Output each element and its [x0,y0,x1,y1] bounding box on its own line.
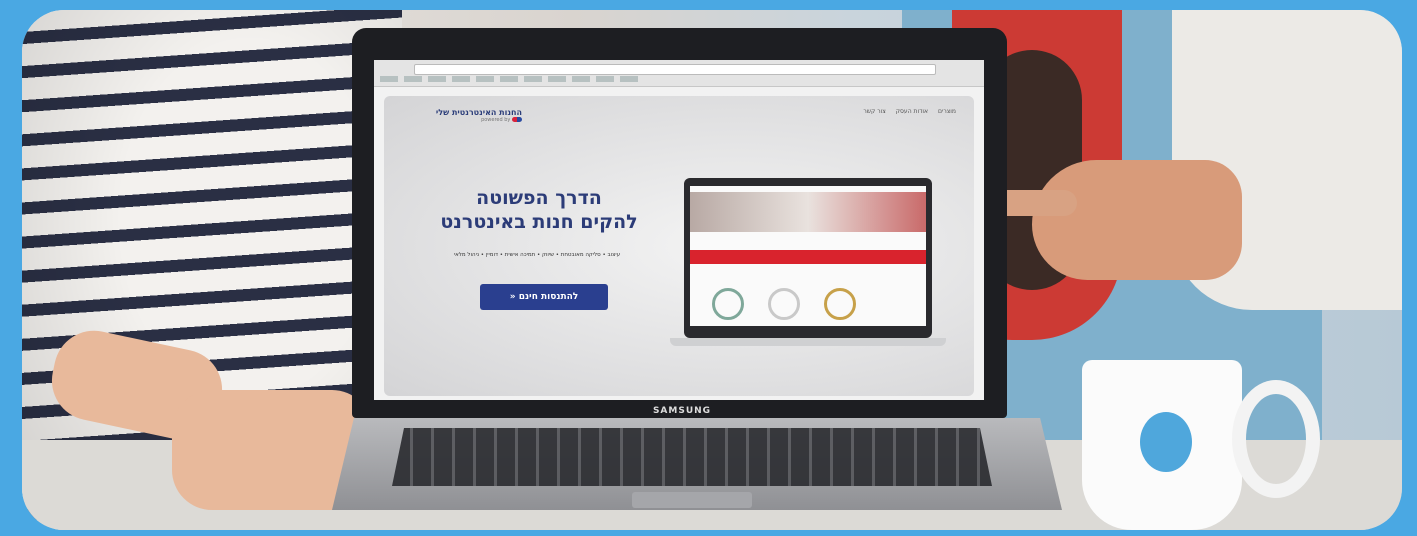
laptop-screen: החנות האינטרנטית שלי powered by מוצרים א… [374,60,984,400]
laptop-lid: החנות האינטרנטית שלי powered by מוצרים א… [352,28,1007,418]
ring-product-icon [712,288,744,320]
free-trial-button[interactable]: להתנסות חינם « [480,284,608,310]
pointing-hand [1032,160,1242,280]
mug-logo [1140,412,1192,472]
laptop-brand: SAMSUNG [652,406,712,416]
headline-line-1: הדרך הפשוטה [476,187,602,209]
mockup-laptop-base [670,338,946,346]
gold-bracelet-product-icon [824,288,856,320]
nav-item-about[interactable]: אודות העסק [896,108,928,115]
browser-toolbar [374,60,984,87]
laptop-keyboard [392,428,992,486]
hero-subline: עיצוב • סליקה מאובטחת • שיווק • תמיכה אי… [453,252,621,258]
mockup-hero-image [690,192,926,232]
nav-item-contact[interactable]: צור קשר [863,108,885,115]
bookmarks-bar [380,76,640,82]
mockup-laptop [670,178,946,346]
mug-handle [1232,380,1320,498]
hero-headline: הדרך הפשוטה להקים חנות באינטרנט [414,186,664,234]
site-logo-sub: powered by [481,117,511,123]
bracelet-product-icon [768,288,800,320]
headline-line-2: להקים חנות באינטרנט [440,211,638,233]
site-logo-title: החנות האינטרנטית שלי [435,108,522,117]
mockup-screen [690,186,926,326]
mockup-red-band [690,250,926,264]
brand-dots-icon [512,117,522,122]
site-nav: מוצרים אודות העסק צור קשר [863,108,956,115]
site-logo[interactable]: החנות האינטרנטית שלי powered by [402,108,522,123]
nav-item-products[interactable]: מוצרים [938,108,956,115]
website: החנות האינטרנטית שלי powered by מוצרים א… [384,96,974,396]
laptop-touchpad [632,492,752,508]
hero-photo: החנות האינטרנטית שלי powered by מוצרים א… [22,10,1402,530]
address-bar[interactable] [414,64,936,75]
